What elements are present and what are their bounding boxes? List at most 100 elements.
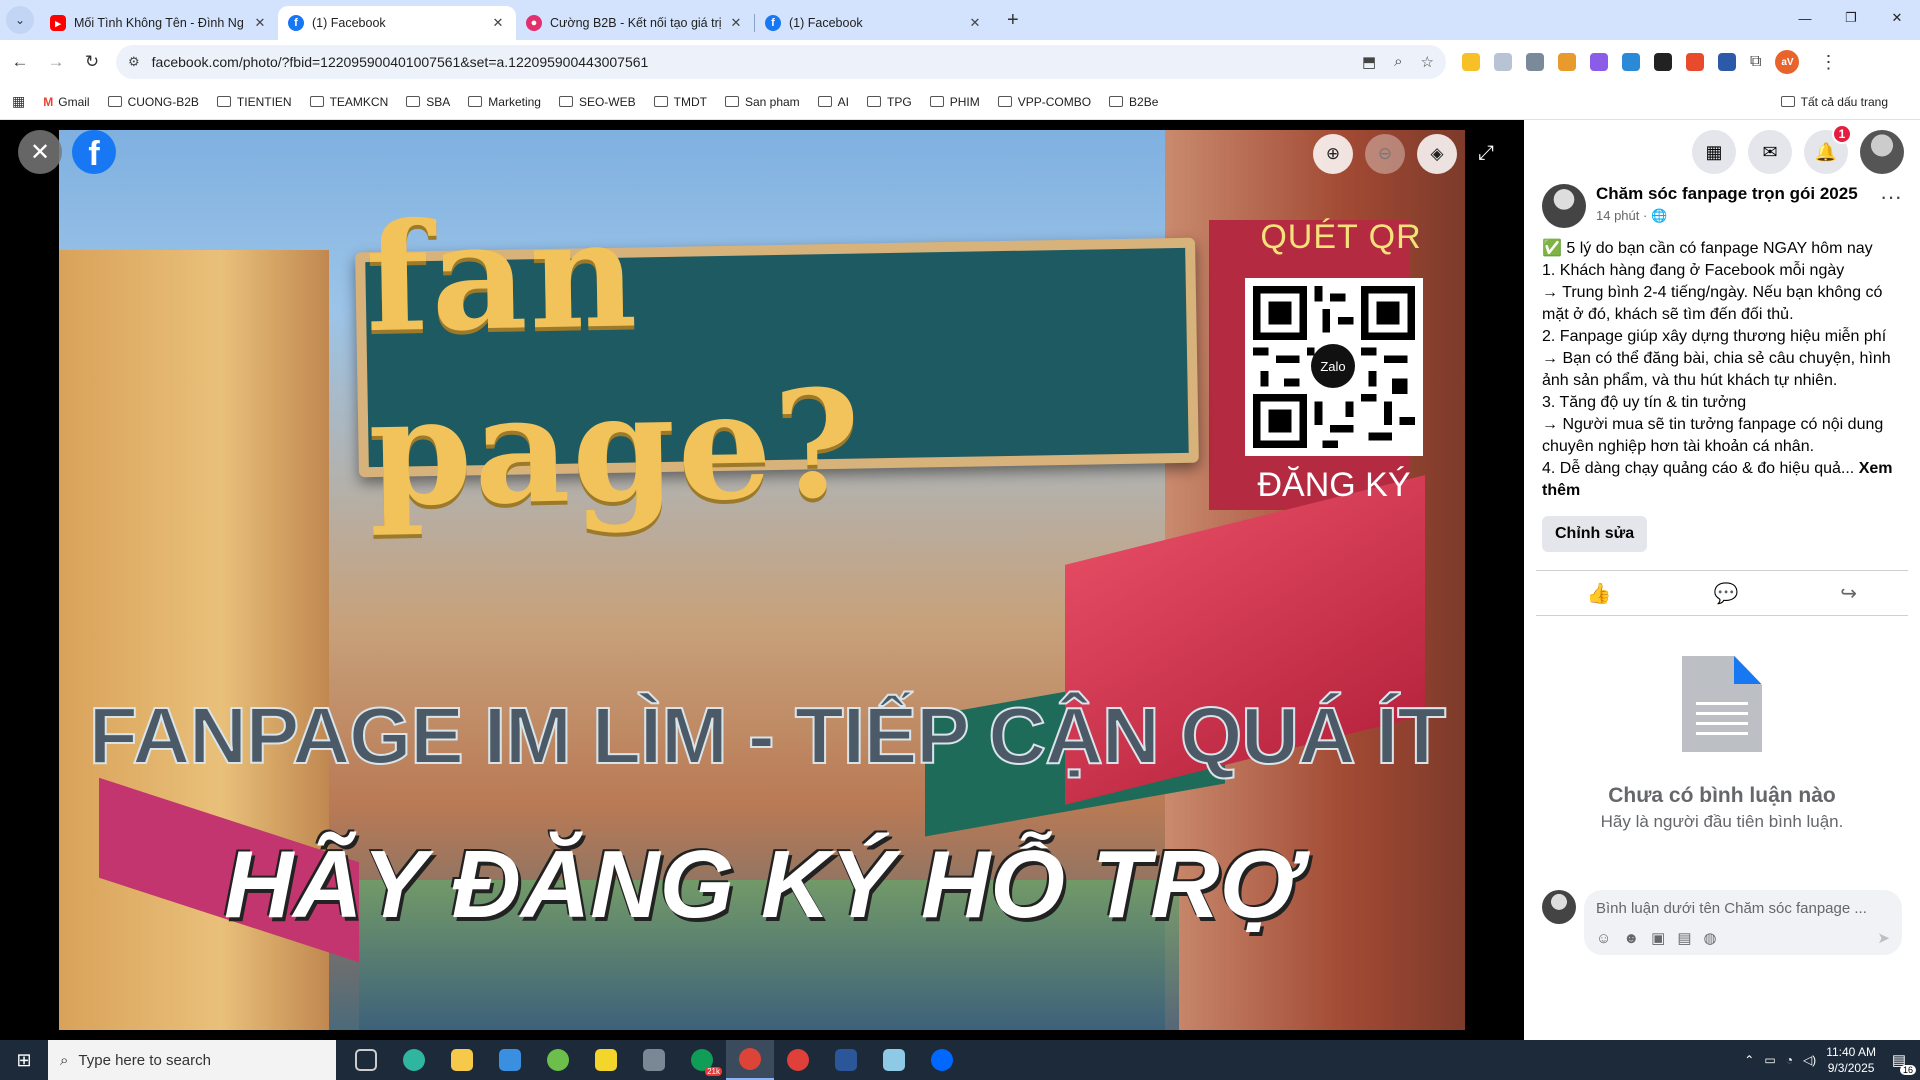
fullscreen-icon[interactable]: ⤢ [1478,142,1494,165]
close-tab-icon[interactable]: ✕ [252,15,268,31]
bookmark-folder[interactable]: TIENTIEN [216,95,292,109]
install-app-icon[interactable]: ⬒ [1362,53,1376,71]
bookmark-folder[interactable]: TEAMKCN [309,95,388,109]
bookmark-folder[interactable]: CUONG-B2B [107,95,199,109]
author-name[interactable]: Chăm sóc fanpage trọn gói 2025 [1596,184,1880,204]
extension-icon[interactable] [1654,53,1672,71]
share-icon[interactable]: ↪ [1840,581,1857,606]
tab-facebook[interactable]: f (1) Facebook ✕ [755,6,993,40]
send-icon[interactable]: ➤ [1877,929,1890,947]
camera-app-icon[interactable] [630,1040,678,1080]
extension-icon[interactable] [1718,53,1736,71]
store-icon[interactable] [486,1040,534,1080]
bookmark-folder[interactable]: AI [817,95,849,109]
close-tab-icon[interactable]: ✕ [967,15,983,31]
sticker-icon[interactable]: ◍ [1704,929,1717,947]
chrome-icon[interactable]: 21k [678,1040,726,1080]
extension-icon[interactable] [1494,53,1512,71]
close-viewer-button[interactable]: ✕ [18,130,62,174]
author-avatar[interactable] [1542,184,1586,228]
zalo-icon[interactable] [918,1040,966,1080]
taskbar-search[interactable]: ⌕ Type here to search [48,1040,336,1080]
extension-icon[interactable] [1686,53,1704,71]
emoji-icon[interactable]: ☻ [1623,930,1639,947]
post-photo[interactable]: fan page? QUÉT QR Zalo ĐĂNG KÝ FANPAGE I… [59,130,1465,1030]
profile-avatar[interactable]: aV [1775,50,1800,74]
close-window-icon[interactable]: ✕ [1874,0,1920,36]
edit-post-button[interactable]: Chỉnh sửa [1542,516,1648,552]
volume-icon[interactable]: ◁) [1803,1053,1816,1067]
bookmark-folder[interactable]: B2Be [1109,95,1158,109]
bookmark-folder[interactable]: PHIM [929,95,980,109]
extension-icon[interactable] [1590,53,1608,71]
apps-grid-icon[interactable]: ▦ [12,93,25,110]
tag-photo-button[interactable]: ◈ [1417,134,1457,174]
sticky-notes-icon[interactable] [582,1040,630,1080]
facebook-logo[interactable]: f [72,130,116,174]
menu-button[interactable]: ▦ [1692,130,1736,174]
app-green-icon[interactable] [534,1040,582,1080]
notepad-icon[interactable] [870,1040,918,1080]
puzzle-icon[interactable]: ⧉ [1750,53,1761,71]
close-tab-icon[interactable]: ✕ [728,15,744,31]
new-tab-button[interactable]: + [1007,9,1019,32]
bookmark-folder[interactable]: San pham [724,95,800,109]
clock[interactable]: 11:40 AM 9/3/2025 [1826,1044,1876,1076]
gif-icon[interactable]: ▤ [1677,929,1691,947]
avatar-sticker-icon[interactable]: ☺ [1596,930,1611,947]
extension-icon[interactable] [1462,53,1480,71]
commenter-avatar[interactable] [1542,890,1576,924]
extension-icon[interactable] [1558,53,1576,71]
like-icon[interactable]: 👍 [1587,581,1612,606]
action-center-icon[interactable]: ▤ 16 [1886,1047,1916,1075]
comment-placeholder[interactable]: Bình luận dưới tên Chăm sóc fanpage ... [1596,900,1890,917]
comment-input[interactable]: Bình luận dưới tên Chăm sóc fanpage ... … [1584,890,1902,955]
close-tab-icon[interactable]: ✕ [490,15,506,31]
post-time[interactable]: 14 phút · 🌐 [1596,208,1880,224]
tab-youtube[interactable]: ▸ Mối Tình Không Tên - Đình Ng ✕ [40,6,278,40]
battery-icon[interactable]: ▭ [1764,1053,1775,1067]
chevron-up-icon[interactable]: ⌃ [1744,1053,1754,1067]
windows-start-icon[interactable]: ⊞ [0,1040,48,1080]
camera-icon[interactable]: ▣ [1651,929,1665,947]
more-options-icon[interactable]: ··· [1880,184,1902,210]
tab-facebook-active[interactable]: f (1) Facebook ✕ [278,6,516,40]
tab-search-button[interactable]: ⌄ [6,6,34,34]
word-icon[interactable] [822,1040,870,1080]
extension-icon[interactable] [1622,53,1640,71]
bookmark-gmail[interactable]: M Gmail [43,95,89,109]
minimize-icon[interactable]: — [1782,0,1828,36]
tab-b2b[interactable]: ● Cường B2B - Kết nối tạo giá trị ✕ [516,6,754,40]
zoom-in-button[interactable]: ⊕ [1313,134,1353,174]
zoom-out-button[interactable]: ⊖ [1365,134,1405,174]
bookmark-folder[interactable]: Marketing [468,95,541,109]
menu-kebab-icon[interactable]: ⋮ [1819,52,1837,73]
task-view-icon[interactable] [342,1040,390,1080]
chrome-active-icon[interactable] [726,1040,774,1080]
account-avatar[interactable] [1860,130,1904,174]
bookmark-folder[interactable]: TPG [867,95,912,109]
bookmark-star-icon[interactable]: ☆ [1421,53,1434,71]
bookmark-label: Marketing [488,94,541,109]
file-explorer-icon[interactable] [438,1040,486,1080]
comment-icon[interactable]: 💬 [1714,581,1739,606]
forward-icon[interactable]: → [40,52,72,72]
zoom-icon[interactable]: ⌕ [1394,53,1402,71]
back-icon[interactable]: ← [4,52,36,72]
bookmark-folder[interactable]: TMDT [653,95,707,109]
url-text[interactable]: facebook.com/photo/?fbid=122095900401007… [152,54,1362,70]
all-bookmarks-folder[interactable]: Tất cả dấu trang [1780,95,1888,109]
restore-icon[interactable]: ❐ [1828,0,1874,36]
notifications-button[interactable]: 🔔 1 [1804,124,1852,174]
wifi-icon[interactable]: ◔ [1786,1053,1793,1067]
bookmark-folder[interactable]: SEO-WEB [558,95,636,109]
bookmark-folder[interactable]: SBA [406,95,450,109]
messenger-button[interactable]: ✉ [1748,130,1792,174]
extension-icon[interactable] [1526,53,1544,71]
reload-icon[interactable]: ↻ [76,52,108,72]
bookmark-folder[interactable]: VPP-COMBO [997,95,1091,109]
edge-icon[interactable] [390,1040,438,1080]
site-info-icon[interactable]: ⚙ [128,54,140,70]
address-bar[interactable]: ⚙ facebook.com/photo/?fbid=1220959004010… [116,45,1446,79]
chrome-profile-icon[interactable] [774,1040,822,1080]
